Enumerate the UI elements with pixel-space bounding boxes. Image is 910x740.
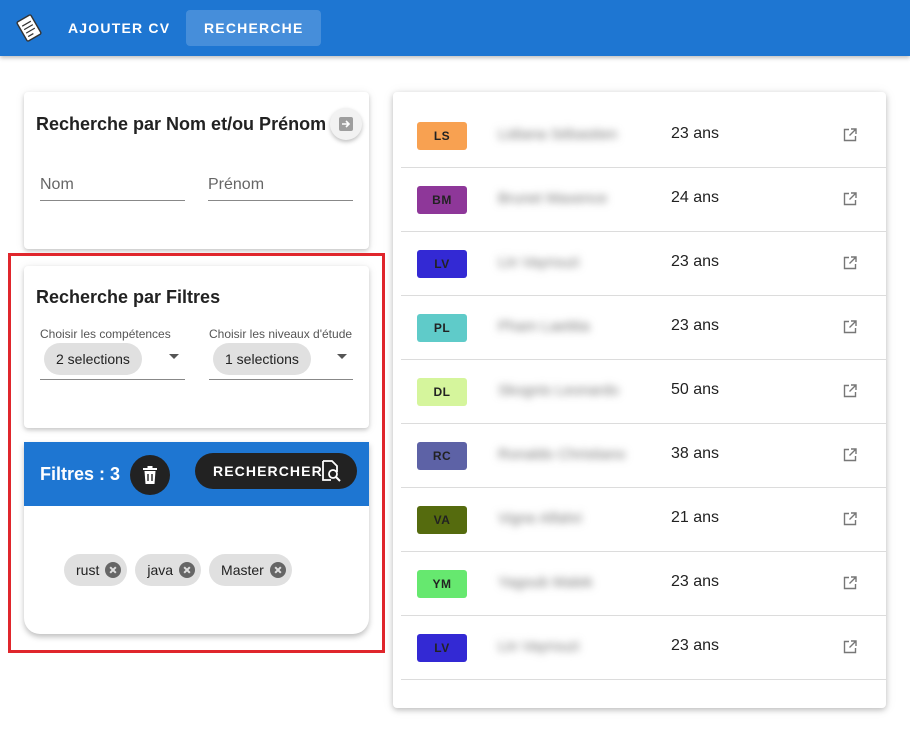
- active-filter-chips: rust java Master: [64, 554, 292, 586]
- candidate-name: Vigne Alfahri: [498, 510, 582, 527]
- prenom-input[interactable]: [208, 161, 353, 200]
- external-link-icon[interactable]: [843, 512, 857, 526]
- candidate-name: Brunet Maxence: [498, 190, 608, 207]
- candidate-name: Ronaldo Christiano: [498, 446, 626, 463]
- result-row[interactable]: PL Pham Laetitia 23 ans: [401, 296, 886, 360]
- app-bar: AJOUTER CV RECHERCHE: [0, 0, 910, 56]
- result-row[interactable]: DL Skognis Leonardo 50 ans: [401, 360, 886, 424]
- chevron-down-icon: [169, 354, 179, 359]
- result-row[interactable]: LS Lidiana Sébastien 23 ans: [401, 104, 886, 168]
- external-link-icon[interactable]: [843, 640, 857, 654]
- result-row[interactable]: LV Lin Vayrouzi 23 ans: [401, 232, 886, 296]
- filter-chip-label: java: [147, 562, 174, 578]
- candidate-age: 50 ans: [671, 381, 720, 398]
- name-search-card: Recherche par Nom et/ou Prénom: [24, 92, 369, 249]
- avatar: PL: [417, 314, 467, 342]
- external-link-icon[interactable]: [843, 576, 857, 590]
- filter-chip-master: Master: [209, 554, 292, 586]
- candidate-name: Pham Laetitia: [498, 318, 590, 335]
- nom-field[interactable]: [40, 161, 185, 201]
- filter-chip-java: java: [135, 554, 202, 586]
- candidate-age: 23 ans: [671, 125, 720, 142]
- skills-selection-chip: 2 selections: [44, 343, 142, 375]
- candidate-name: Skognis Leonardo: [498, 382, 619, 399]
- candidate-age: 38 ans: [671, 445, 720, 462]
- candidate-name: Lin Vayrouzi: [498, 638, 580, 655]
- nav-add-cv-button[interactable]: AJOUTER CV: [50, 10, 188, 46]
- filter-chip-rust: rust: [64, 554, 128, 586]
- result-row[interactable]: RC Ronaldo Christiano 38 ans: [401, 424, 886, 488]
- levels-select[interactable]: 1 selections: [209, 330, 353, 380]
- filter-search-card: Recherche par Filtres Choisir les compét…: [24, 266, 369, 428]
- avatar: LV: [417, 634, 467, 662]
- document-search-icon: [322, 460, 341, 482]
- candidate-age: 23 ans: [671, 317, 720, 334]
- search-submit-button[interactable]: RECHERCHER: [195, 453, 357, 489]
- candidate-name: Lidiana Sébastien: [498, 126, 618, 143]
- results-list: LS Lidiana Sébastien 23 ans BM Brunet Maxenc…: [393, 92, 886, 708]
- active-filters-panel: Filtres : 3 RECHERCHER rust java Master: [24, 442, 369, 634]
- external-link-icon[interactable]: [843, 448, 857, 462]
- result-row[interactable]: YM Yagoub Malek 23 ans: [401, 552, 886, 616]
- external-link-icon[interactable]: [843, 384, 857, 398]
- filters-count: Filtres : 3: [40, 464, 121, 484]
- candidate-age: 23 ans: [671, 637, 720, 654]
- result-row[interactable]: VA Vigne Alfahri 21 ans: [401, 488, 886, 552]
- candidate-name: Lin Vayrouzi: [498, 254, 580, 271]
- chevron-down-icon: [337, 354, 347, 359]
- filter-chip-label: Master: [221, 562, 264, 578]
- arrow-right-icon: [339, 117, 353, 131]
- name-search-submit-button[interactable]: [330, 108, 362, 140]
- nom-input[interactable]: [40, 161, 185, 200]
- clear-filters-button[interactable]: [130, 455, 170, 495]
- result-row[interactable]: LV Lin Vayrouzi 23 ans: [401, 616, 886, 680]
- external-link-icon[interactable]: [843, 256, 857, 270]
- avatar: DL: [417, 378, 467, 406]
- candidate-age: 21 ans: [671, 509, 720, 526]
- active-filters-header: Filtres : 3 RECHERCHER: [24, 442, 369, 506]
- external-link-icon[interactable]: [843, 320, 857, 334]
- candidate-age: 23 ans: [671, 253, 720, 270]
- candidate-age: 24 ans: [671, 189, 720, 206]
- avatar: YM: [417, 570, 467, 598]
- search-submit-label: RECHERCHER: [213, 463, 323, 479]
- avatar: LV: [417, 250, 467, 278]
- nav-search-button[interactable]: RECHERCHE: [186, 10, 322, 46]
- cv-document-icon[interactable]: [15, 14, 43, 42]
- avatar: VA: [417, 506, 467, 534]
- external-link-icon[interactable]: [843, 192, 857, 206]
- levels-selection-chip: 1 selections: [213, 343, 311, 375]
- close-icon[interactable]: [269, 562, 286, 578]
- filter-search-title: Recherche par Filtres: [36, 287, 221, 307]
- external-link-icon[interactable]: [843, 128, 857, 142]
- avatar: BM: [417, 186, 467, 214]
- candidate-age: 23 ans: [671, 573, 720, 590]
- close-icon[interactable]: [179, 562, 196, 578]
- close-icon[interactable]: [105, 562, 122, 578]
- avatar: LS: [417, 122, 467, 150]
- prenom-field[interactable]: [208, 161, 353, 201]
- filter-chip-label: rust: [76, 562, 100, 578]
- name-search-title: Recherche par Nom et/ou Prénom: [36, 114, 327, 134]
- skills-select[interactable]: 2 selections: [40, 330, 185, 380]
- result-row[interactable]: BM Brunet Maxence 24 ans: [401, 168, 886, 232]
- avatar: RC: [417, 442, 467, 470]
- trash-icon: [143, 466, 157, 484]
- candidate-name: Yagoub Malek: [498, 574, 593, 591]
